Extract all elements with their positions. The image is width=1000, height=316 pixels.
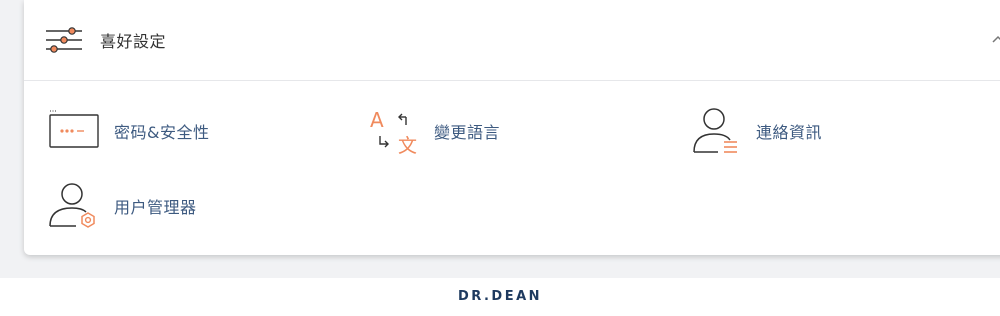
preferences-header[interactable]: 喜好設定 xyxy=(24,0,1000,81)
footer-logo: DR.DEAN xyxy=(0,289,1000,304)
item-change-language[interactable]: A 文 變更語言 xyxy=(366,106,500,156)
item-label: 變更語言 xyxy=(434,123,501,142)
user-manager-icon xyxy=(49,183,95,228)
item-user-manager[interactable]: 用户管理器 xyxy=(46,181,197,231)
password-field-icon xyxy=(49,110,99,148)
sliders-icon xyxy=(46,27,82,53)
item-label: 用户管理器 xyxy=(114,198,197,217)
translate-icon: A 文 xyxy=(370,108,417,156)
item-password-security[interactable]: 密码&安全性 xyxy=(46,106,209,156)
chevron-up-icon[interactable] xyxy=(992,34,1000,44)
svg-text:文: 文 xyxy=(398,135,417,156)
item-contact-info[interactable]: 連絡資訊 xyxy=(688,106,822,156)
preferences-card: 喜好設定 密码&安全性 A 文 變更語言 連絡資訊 用户管理器 xyxy=(24,0,1000,255)
svg-text:A: A xyxy=(370,108,384,132)
page-title: 喜好設定 xyxy=(100,32,167,51)
item-label: 連絡資訊 xyxy=(756,123,823,142)
logo-text: DR.DEAN xyxy=(457,289,543,304)
item-label: 密码&安全性 xyxy=(114,123,210,142)
contact-info-icon xyxy=(693,108,737,153)
